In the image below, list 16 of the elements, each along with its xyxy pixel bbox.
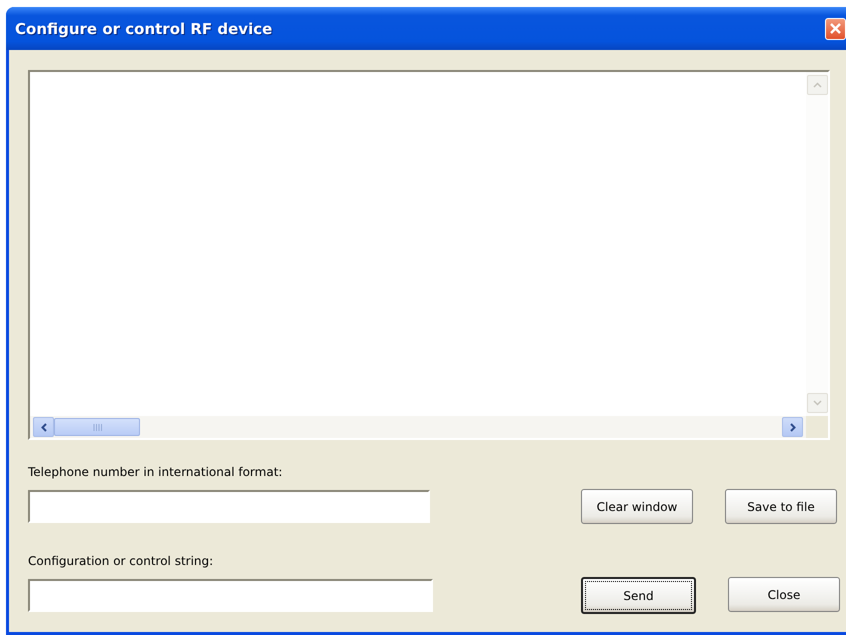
scroll-right-icon[interactable] xyxy=(790,422,796,432)
close-icon xyxy=(829,22,842,35)
input-field[interactable] xyxy=(28,490,430,523)
close-button[interactable] xyxy=(825,18,846,40)
horizontal-scrollbar[interactable] xyxy=(30,416,806,438)
scrollbar-corner xyxy=(806,416,828,438)
send-button[interactable]: Send xyxy=(581,577,696,614)
scroll-left-icon[interactable] xyxy=(40,422,46,432)
close-button[interactable]: Close xyxy=(728,577,840,612)
grip-icon xyxy=(92,424,102,430)
field-label: Telephone number in international format: xyxy=(28,464,284,480)
save-button[interactable]: Save to file xyxy=(725,489,837,524)
window-title: Configure or control RF device xyxy=(15,20,272,38)
clear-button[interactable]: Clear window xyxy=(581,489,693,524)
input-field[interactable] xyxy=(28,579,433,612)
field-label: Configuration or control string: xyxy=(28,553,214,569)
